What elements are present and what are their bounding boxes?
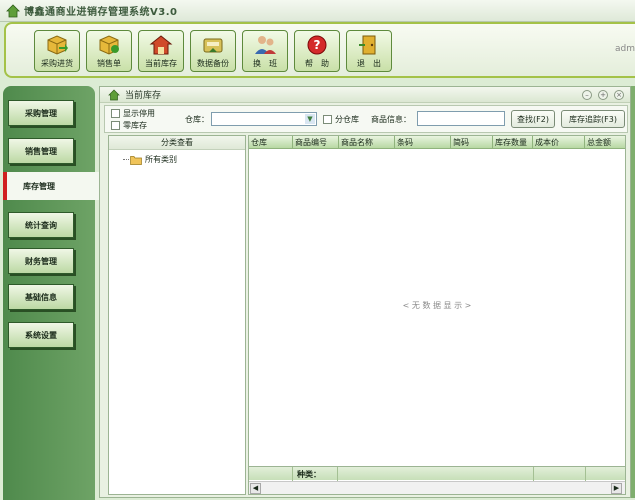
inventory-button[interactable]: 当前库存 — [138, 30, 184, 72]
nav-basic-info[interactable]: 基础信息 — [8, 284, 74, 310]
footer-divider — [533, 467, 534, 481]
sub-warehouse-label: 分仓库 — [335, 115, 359, 124]
minimize-icon[interactable]: – — [582, 90, 592, 100]
footer-cell — [249, 467, 293, 481]
scroll-left-icon[interactable]: ◀ — [250, 483, 261, 494]
column-header-product-name[interactable]: 商品名称 — [339, 136, 395, 149]
sub-warehouse-checkbox[interactable]: 分仓库 — [323, 114, 359, 125]
backup-icon — [203, 38, 223, 53]
product-info-input[interactable] — [417, 111, 505, 126]
tree-node-label: 所有类别 — [145, 155, 177, 164]
warehouse-label: 仓库： — [185, 115, 209, 124]
sales-icon — [99, 35, 119, 55]
exit-label: 退 出 — [357, 59, 381, 68]
sales-button[interactable]: 销售单 — [86, 30, 132, 72]
tree-node-all-categories[interactable]: 所有类别 — [123, 154, 177, 165]
filter-bar: 显示停用 零库存 仓库： ▼ 分仓库 商品信息： 查找(F2) 库存追踪(F3) — [104, 105, 628, 133]
tree-connector — [123, 159, 129, 160]
user-name: adm — [615, 44, 635, 54]
app-title: 博鑫通商业进销存管理系统V3.0 — [24, 7, 178, 18]
product-info-label: 商品信息： — [371, 115, 411, 124]
grid-header: 仓库 商品编号 商品名称 条码 简码 库存数量 成本价 总金额 — [249, 136, 625, 149]
window-edge — [631, 86, 635, 498]
checkbox-box — [111, 109, 120, 118]
close-icon[interactable]: × — [614, 90, 624, 100]
purchase-button[interactable]: 采购进货 — [34, 30, 80, 72]
show-disabled-checkbox[interactable]: 显示停用 — [111, 108, 155, 119]
column-header-barcode[interactable]: 条码 — [395, 136, 451, 149]
grid-footer: 种类： — [249, 466, 625, 481]
warehouse-select[interactable]: ▼ — [211, 112, 317, 126]
home-icon — [6, 3, 20, 17]
scroll-right-icon[interactable]: ▶ — [611, 483, 622, 494]
column-header-product-code[interactable]: 商品编号 — [293, 136, 339, 149]
shift-change-button[interactable]: 换 班 — [242, 30, 288, 72]
panel-title: 当前库存 — [125, 91, 162, 101]
svg-text:?: ? — [314, 38, 321, 52]
purchase-icon — [47, 35, 68, 55]
panel-header: 当前库存 – + × — [100, 87, 630, 103]
checkbox-box — [111, 121, 120, 130]
home-icon — [108, 89, 120, 100]
footer-divider — [585, 467, 586, 481]
help-label: 帮 助 — [305, 59, 329, 68]
column-header-cost-price[interactable]: 成本价 — [533, 136, 585, 149]
zero-stock-checkbox[interactable]: 零库存 — [111, 120, 147, 131]
nav-sales-management[interactable]: 销售管理 — [8, 138, 74, 164]
maximize-icon[interactable]: + — [598, 90, 608, 100]
purchase-label: 采购进货 — [41, 59, 73, 68]
footer-divider — [337, 467, 338, 481]
sidebar-nav: 采购管理 销售管理 统计查询 财务管理 基础信息 系统设置 — [3, 86, 95, 500]
checkbox-box — [323, 115, 332, 124]
zero-stock-label: 零库存 — [123, 121, 147, 130]
help-button[interactable]: ? 帮 助 — [294, 30, 340, 72]
tree-header: 分类查看 — [109, 136, 245, 150]
search-button[interactable]: 查找(F2) — [511, 110, 555, 128]
inventory-panel: 当前库存 – + × 显示停用 零库存 仓库： ▼ 分仓库 商品信息： 查找(F… — [99, 86, 631, 498]
column-header-short-code[interactable]: 简码 — [451, 136, 493, 149]
inventory-trace-button[interactable]: 库存追踪(F3) — [561, 110, 625, 128]
backup-button[interactable]: 数据备份 — [190, 30, 236, 72]
shift-change-icon — [255, 36, 276, 54]
nav-purchase-management[interactable]: 采购管理 — [8, 100, 74, 126]
nav-system-settings[interactable]: 系统设置 — [8, 322, 74, 348]
backup-label: 数据备份 — [197, 59, 229, 68]
inventory-grid: 仓库 商品编号 商品名称 条码 简码 库存数量 成本价 总金额 < 无 数 据 … — [248, 135, 626, 495]
exit-button[interactable]: 退 出 — [346, 30, 392, 72]
nav-statistics-query[interactable]: 统计查询 — [8, 212, 74, 238]
exit-icon — [359, 35, 376, 55]
title-bar: 博鑫通商业进销存管理系统V3.0 — [0, 0, 635, 22]
shift-change-label: 换 班 — [253, 59, 277, 68]
empty-state-message: < 无 数 据 显 示 > — [402, 301, 472, 310]
category-tree: 分类查看 所有类别 — [108, 135, 246, 495]
folder-icon — [130, 155, 142, 165]
inventory-label: 当前库存 — [145, 59, 177, 68]
column-header-stock-qty[interactable]: 库存数量 — [493, 136, 533, 149]
column-header-total-amount[interactable]: 总金额 — [585, 136, 625, 149]
main-toolbar: 采购进货 销售单 当前库存 数据备份 换 班 ? 帮 助 退 出 adm — [4, 22, 635, 78]
horizontal-scrollbar[interactable]: ◀ ▶ — [249, 481, 625, 494]
inventory-icon — [149, 35, 173, 55]
help-icon: ? — [307, 35, 327, 55]
nav-finance-management[interactable]: 财务管理 — [8, 248, 74, 274]
show-disabled-label: 显示停用 — [123, 109, 155, 118]
chevron-down-icon: ▼ — [305, 114, 315, 124]
category-count-label: 种类： — [297, 470, 321, 479]
column-header-warehouse[interactable]: 仓库 — [249, 136, 293, 149]
sales-label: 销售单 — [97, 59, 121, 68]
nav-inventory-management[interactable]: 库存管理 — [3, 172, 99, 200]
